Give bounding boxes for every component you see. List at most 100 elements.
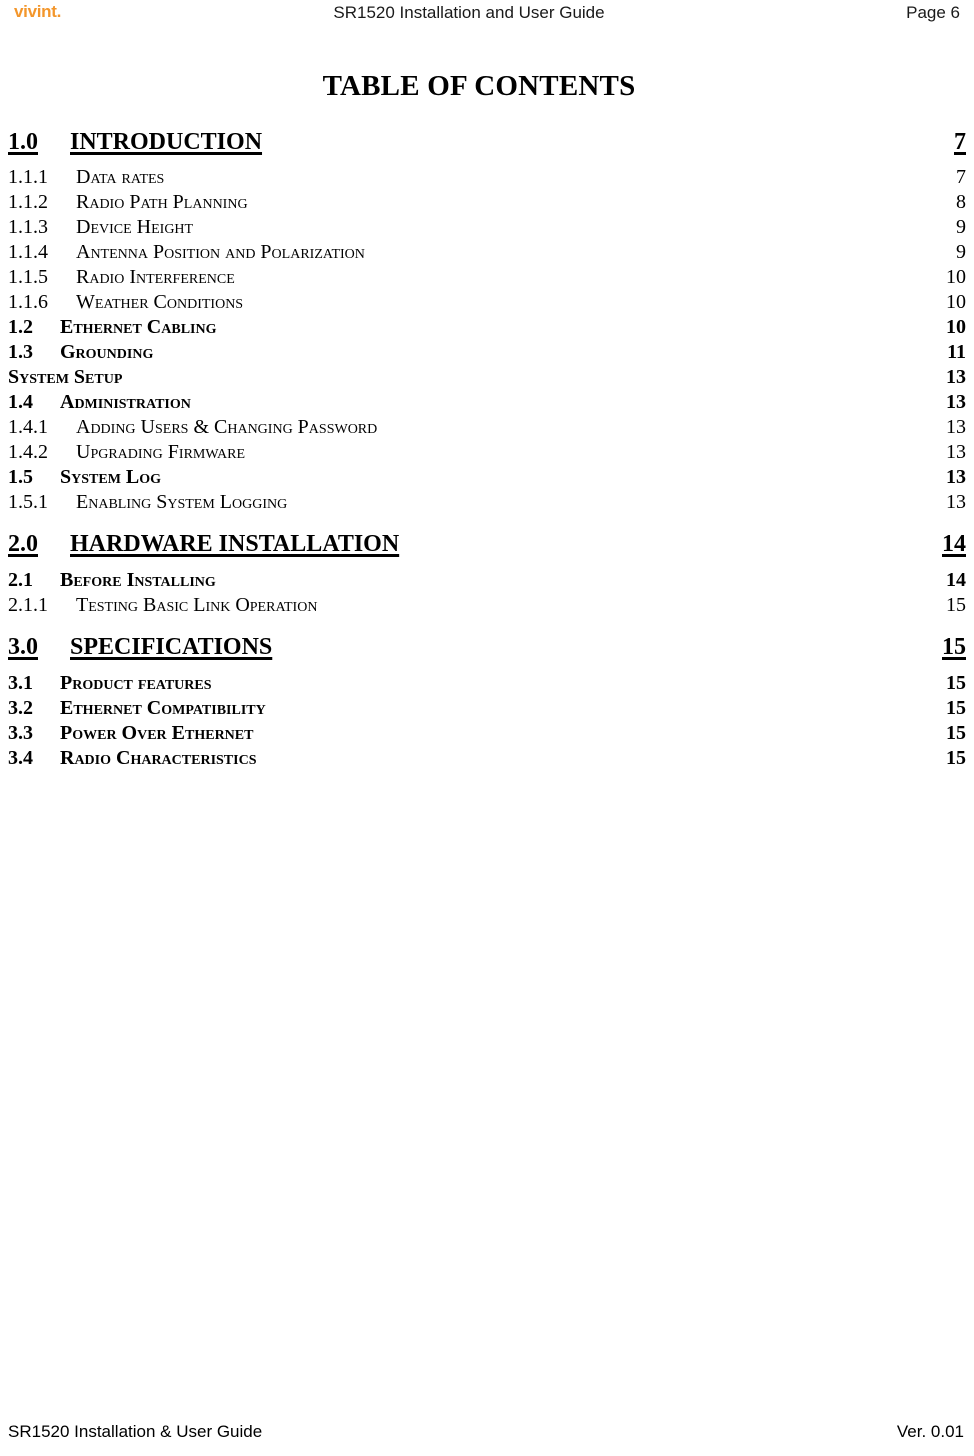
toc-entry-number: 1.5 bbox=[8, 466, 33, 488]
toc-entry-page: 14 bbox=[942, 531, 966, 557]
toc-entry-number: 1.1.5 bbox=[8, 266, 48, 288]
toc-entry[interactable]: 1.0 INTRODUCTION 7 bbox=[8, 125, 966, 159]
toc-entry-title: Weather Conditions bbox=[76, 291, 244, 313]
toc-entry[interactable]: 1.1.2 Radio Path Planning 8 bbox=[8, 190, 966, 215]
toc-entry-number: 1.1.3 bbox=[8, 216, 48, 238]
toc-entry-number: 1.4.1 bbox=[8, 416, 48, 438]
toc-entry-number: 1.1.6 bbox=[8, 291, 48, 313]
toc-entry[interactable]: 3.1 Product features 15 bbox=[8, 671, 966, 696]
toc-entry[interactable]: 1.1.1 Data rates 7 bbox=[8, 165, 966, 190]
footer-version: Ver. 0.01 bbox=[896, 1422, 964, 1441]
toc-entry-number: 2.0 bbox=[8, 531, 38, 557]
toc-entry-title: Data rates bbox=[76, 166, 165, 188]
toc-entry-page: 15 bbox=[946, 697, 966, 719]
toc-entry-number: 3.2 bbox=[8, 697, 33, 719]
toc-entry-number: 3.3 bbox=[8, 722, 33, 744]
toc-entry-title: HARDWARE INSTALLATION bbox=[70, 531, 400, 557]
toc-entry-number: 3.0 bbox=[8, 634, 38, 660]
toc-entry-page: 7 bbox=[954, 129, 966, 155]
toc-entry[interactable]: 1.5 System Log 13 bbox=[8, 465, 966, 490]
toc-entry-page: 15 bbox=[946, 672, 966, 694]
toc-entry-page: 13 bbox=[946, 441, 966, 463]
toc-entry[interactable]: 1.3 Grounding 11 bbox=[8, 340, 966, 365]
toc-entry-page: 9 bbox=[956, 241, 966, 263]
toc-entry[interactable]: 3.0 SPECIFICATIONS 15 bbox=[8, 630, 966, 664]
toc-entry-page: 13 bbox=[946, 466, 966, 488]
footer-document-title: SR1520 Installation & User Guide bbox=[8, 1422, 263, 1441]
toc-entry-page: 13 bbox=[946, 416, 966, 438]
toc-entry[interactable]: 2.1.1 Testing Basic Link Operation 15 bbox=[8, 593, 966, 618]
toc-entry-title: Enabling System Logging bbox=[76, 491, 288, 513]
page-header: vivint. SR1520 Installation and User Gui… bbox=[0, 0, 974, 30]
toc-entry-number: 1.3 bbox=[8, 341, 33, 363]
toc-entry-title: Device Height bbox=[76, 216, 194, 238]
toc-entry-leader bbox=[272, 630, 942, 664]
header-page-number: Page 6 bbox=[906, 3, 960, 22]
toc-entry[interactable]: 1.4.1 Adding Users & Changing Password 13 bbox=[8, 415, 966, 440]
toc-entry-page: 13 bbox=[946, 391, 966, 413]
toc-entry[interactable]: 2.0 HARDWARE INSTALLATION 14 bbox=[8, 527, 966, 561]
toc-entry-title: Power Over Ethernet bbox=[60, 722, 254, 744]
toc-entry[interactable]: 1.1.5 Radio Interference 10 bbox=[8, 265, 966, 290]
toc-entry-title: Administration bbox=[60, 391, 191, 413]
toc-entry[interactable]: 3.3 Power Over Ethernet 15 bbox=[8, 721, 966, 746]
toc-entry-title: INTRODUCTION bbox=[70, 129, 263, 155]
header-document-title: SR1520 Installation and User Guide bbox=[333, 3, 605, 22]
toc-entry-title: Radio Interference bbox=[76, 266, 235, 288]
toc-entry-title: Testing Basic Link Operation bbox=[76, 594, 318, 616]
toc-entry[interactable]: 1.5.1 Enabling System Logging 13 bbox=[8, 490, 966, 515]
toc-entry-page: 13 bbox=[946, 366, 966, 388]
toc-entry-title: SPECIFICATIONS bbox=[70, 634, 273, 660]
toc-entry-title: Before Installing bbox=[60, 569, 216, 591]
toc-entry[interactable]: 1.4 Administration 13 bbox=[8, 390, 966, 415]
toc-entry[interactable]: 1.1.4 Antenna Position and Polarization 9 bbox=[8, 240, 966, 265]
toc-entry-page: 9 bbox=[956, 216, 966, 238]
table-of-contents: 1.0 INTRODUCTION 7 1.1.1 Data rates 7 1.1.2 Rad… bbox=[8, 113, 966, 771]
toc-entry-number: 1.5.1 bbox=[8, 491, 48, 513]
toc-entry-title: Upgrading Firmware bbox=[76, 441, 246, 463]
toc-entry[interactable]: 1.2 Ethernet Cabling 10 bbox=[8, 315, 966, 340]
page-title: TABLE OF CONTENTS bbox=[322, 70, 636, 102]
toc-entry-page: 10 bbox=[946, 266, 966, 288]
toc-entry-number: 1.4.2 bbox=[8, 441, 48, 463]
toc-entry[interactable]: 3.2 Ethernet Compatibility 15 bbox=[8, 696, 966, 721]
toc-entry-title: System Setup bbox=[8, 366, 123, 388]
toc-entry-page: 8 bbox=[956, 191, 966, 213]
toc-entry[interactable]: 3.4 Radio Characteristics 15 bbox=[8, 746, 966, 771]
toc-entry-number: 3.4 bbox=[8, 747, 33, 769]
toc-entry-title: Product features bbox=[60, 672, 212, 694]
toc-entry-page: 15 bbox=[942, 634, 966, 660]
toc-entry-number: 1.2 bbox=[8, 316, 33, 338]
toc-entry-title: Adding Users & Changing Password bbox=[76, 416, 378, 438]
toc-entry-title: Ethernet Compatibility bbox=[60, 697, 266, 719]
toc-entry-number: 3.1 bbox=[8, 672, 33, 694]
toc-entry[interactable]: 1.4.2 Upgrading Firmware 13 bbox=[8, 440, 966, 465]
toc-entry-title: Radio Characteristics bbox=[60, 747, 257, 769]
toc-entry-page: 10 bbox=[946, 291, 966, 313]
toc-entry-title: Antenna Position and Polarization bbox=[76, 241, 365, 263]
toc-entry[interactable]: 1.1.3 Device Height 9 bbox=[8, 215, 966, 240]
toc-entry-page: 13 bbox=[946, 491, 966, 513]
toc-entry-number: 1.1.2 bbox=[8, 191, 48, 213]
toc-entry-number: 1.1.4 bbox=[8, 241, 48, 263]
toc-entry-number: 1.0 bbox=[8, 129, 38, 155]
toc-entry-page: 10 bbox=[946, 316, 966, 338]
toc-entry-page: 15 bbox=[946, 722, 966, 744]
document-page: vivint. SR1520 Installation and User Gui… bbox=[0, 0, 974, 1456]
toc-entry-page: 15 bbox=[946, 594, 966, 616]
toc-entry-page: 15 bbox=[946, 747, 966, 769]
toc-entry-number: 2.1 bbox=[8, 569, 33, 591]
toc-entry-title: System Log bbox=[60, 466, 162, 488]
toc-entry-number: 1.4 bbox=[8, 391, 33, 413]
toc-entry-page: 14 bbox=[946, 569, 966, 591]
toc-entry-number: 1.1.1 bbox=[8, 166, 48, 188]
page-footer: SR1520 Installation & User Guide Ver. 0.… bbox=[0, 1422, 974, 1446]
toc-entry-title: Grounding bbox=[60, 341, 154, 363]
toc-entry[interactable]: 1.1.6 Weather Conditions 10 bbox=[8, 290, 966, 315]
toc-entry-title: Radio Path Planning bbox=[76, 191, 248, 213]
toc-entry[interactable]: 2.1 Before Installing 14 bbox=[8, 568, 966, 593]
toc-entry-leader bbox=[399, 527, 942, 561]
toc-entry-title: Ethernet Cabling bbox=[60, 316, 217, 338]
toc-entry-page: 7 bbox=[956, 166, 966, 188]
toc-entry[interactable]: System Setup 13 bbox=[8, 365, 966, 390]
